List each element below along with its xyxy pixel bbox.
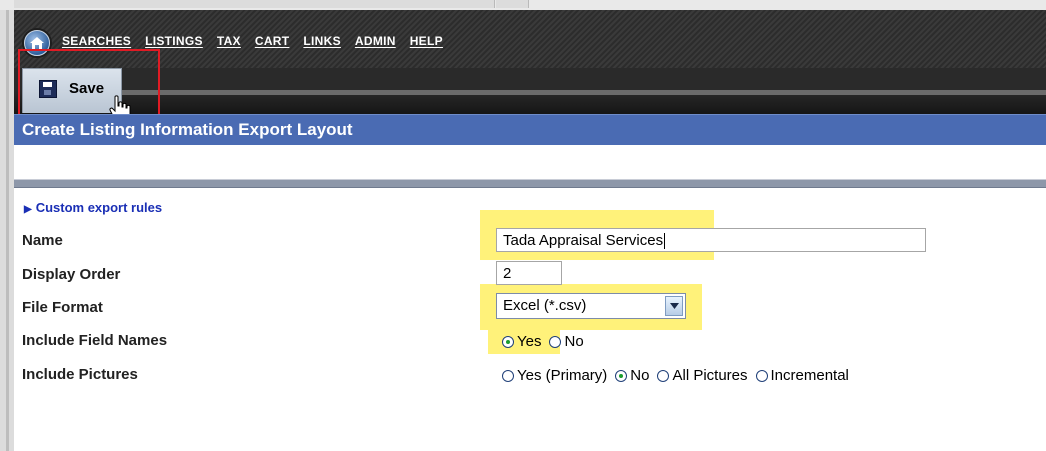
nav-item-tax[interactable]: Tax	[217, 34, 241, 48]
name-field[interactable]: Tada Appraisal Services	[496, 228, 926, 252]
nav-item-admin[interactable]: Admin	[355, 34, 396, 48]
include-field-names-label: Include Field Names	[22, 332, 168, 349]
file-format-select[interactable]: Excel (*.csv)	[496, 293, 686, 319]
radio-checked-icon	[615, 369, 628, 382]
radio-label: Yes	[517, 333, 542, 350]
radio-label: No	[564, 333, 584, 350]
tab-strip-segment	[14, 0, 495, 8]
radio-checked-icon	[502, 335, 514, 348]
name-field-value: Tada Appraisal Services	[503, 232, 664, 249]
message-band	[14, 145, 1046, 180]
display-order-field[interactable]: 2	[496, 261, 562, 285]
page-title: Create Listing Information Export Layout	[22, 120, 353, 139]
include-pictures-incremental[interactable]: Incremental	[755, 367, 849, 384]
page-title-bar: Create Listing Information Export Layout	[14, 114, 1046, 145]
include-pictures-label: Include Pictures	[22, 366, 138, 383]
nav-item-listings[interactable]: Listings	[145, 34, 203, 48]
expand-triangle-icon: ▶	[24, 204, 32, 215]
nav-item-links[interactable]: Links	[303, 34, 341, 48]
file-format-label: File Format	[22, 299, 103, 316]
nav-item-help[interactable]: Help	[410, 34, 443, 48]
radio-unchecked-icon	[549, 335, 562, 348]
name-label: Name	[22, 232, 63, 249]
tab-strip-segment	[496, 0, 529, 8]
section-separator	[14, 180, 1046, 188]
left-window-border	[0, 10, 15, 451]
app-window: Searches Listings Tax Cart Links Admin H…	[0, 0, 1046, 451]
radio-unchecked-icon	[657, 369, 670, 382]
include-field-names-no[interactable]: No	[549, 333, 584, 350]
include-pictures-all[interactable]: All Pictures	[657, 367, 748, 384]
include-pictures-yes-primary[interactable]: Yes (Primary)	[502, 367, 607, 384]
nav-menu: Searches Listings Tax Cart Links Admin H…	[62, 34, 457, 48]
custom-export-rules-link[interactable]: ▶ Custom export rules	[24, 200, 162, 215]
nav-item-cart[interactable]: Cart	[255, 34, 290, 48]
radio-label: No	[630, 367, 650, 384]
radio-label: Yes (Primary)	[517, 367, 608, 384]
include-pictures-options: Yes (Primary) No All Pictures Incrementa…	[502, 367, 857, 384]
display-order-label: Display Order	[22, 266, 121, 283]
toolbar	[14, 68, 1046, 114]
text-caret	[664, 233, 666, 250]
nav-item-searches[interactable]: Searches	[62, 34, 131, 48]
include-pictures-no[interactable]: No	[615, 367, 649, 384]
custom-export-rules-label: Custom export rules	[35, 200, 163, 215]
radio-unchecked-icon	[755, 369, 768, 382]
display-order-value: 2	[503, 265, 512, 282]
file-format-selected: Excel (*.csv)	[503, 297, 587, 314]
include-field-names-yes[interactable]: Yes	[502, 333, 541, 350]
toolbar-rule	[120, 90, 1046, 95]
include-field-names-options: Yes No	[502, 333, 592, 350]
chevron-down-icon[interactable]	[665, 296, 683, 316]
left-border-inner	[6, 10, 9, 451]
radio-unchecked-icon	[502, 369, 514, 382]
radio-label: All Pictures	[672, 367, 748, 384]
radio-label: Incremental	[770, 367, 849, 384]
